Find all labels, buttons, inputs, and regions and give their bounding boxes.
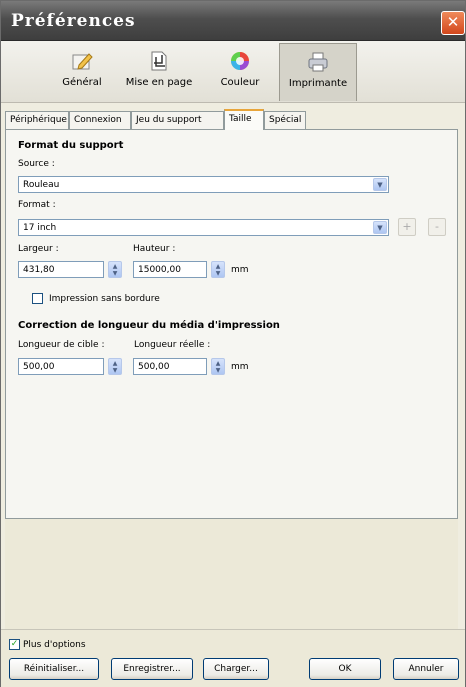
toolbar-item-printer[interactable]: Imprimante: [279, 43, 357, 101]
tab-peripheral[interactable]: Périphérique: [5, 111, 69, 129]
width-spinner[interactable]: ▲ ▼: [108, 261, 122, 278]
preferences-window: Préférences ✕ Général Mise en page Coule…: [0, 0, 466, 687]
tab-media-set[interactable]: Jeu du support: [131, 111, 224, 129]
remove-format-button[interactable]: -: [428, 218, 446, 236]
borderless-checkbox[interactable]: [32, 293, 43, 304]
height-label: Hauteur :: [133, 244, 176, 254]
actual-length-label: Longueur réelle :: [134, 340, 211, 350]
ok-button[interactable]: OK: [309, 658, 381, 680]
reset-button[interactable]: Réinitialiser...: [9, 658, 99, 680]
cancel-button[interactable]: Annuler: [393, 658, 459, 680]
printer-icon: [308, 52, 328, 72]
toolbar-item-page-setup[interactable]: Mise en page: [119, 43, 199, 101]
size-tab-panel: Format du support Source : Rouleau ▼ For…: [5, 129, 458, 519]
size-unit-label: mm: [231, 265, 249, 275]
toolbar-item-general[interactable]: Général: [49, 43, 115, 101]
format-value: 17 inch: [23, 223, 57, 233]
toolbar-item-label: Couleur: [220, 77, 260, 88]
window-title: Préférences: [11, 11, 136, 31]
chevron-down-icon[interactable]: ▼: [373, 221, 387, 234]
close-button[interactable]: ✕: [441, 11, 465, 35]
length-correction-heading: Correction de longueur du média d'impres…: [18, 320, 280, 331]
toolbar-item-label: Mise en page: [125, 77, 193, 88]
support-format-heading: Format du support: [18, 140, 124, 151]
format-label: Format :: [18, 200, 56, 210]
load-button[interactable]: Charger...: [203, 658, 269, 680]
more-options-checkbox[interactable]: ✓: [9, 639, 20, 650]
width-label: Largeur :: [18, 244, 59, 254]
actual-length-spinner[interactable]: ▲ ▼: [211, 358, 225, 375]
add-format-button[interactable]: +: [398, 218, 416, 236]
tab-special[interactable]: Spécial: [264, 111, 306, 129]
height-field[interactable]: 15000,00: [133, 261, 207, 278]
chevron-down-icon[interactable]: ▼: [373, 178, 387, 191]
crop-page-icon: [151, 51, 167, 71]
target-length-label: Longueur de cible :: [18, 340, 105, 350]
tab-size[interactable]: Taille: [224, 109, 264, 130]
source-label: Source :: [18, 159, 55, 169]
actual-length-field[interactable]: 500,00: [133, 358, 207, 375]
length-unit-label: mm: [231, 362, 249, 372]
dialog-footer: ✓ Plus d'options Réinitialiser... Enregi…: [1, 629, 465, 687]
color-wheel-icon: [231, 52, 249, 70]
source-value: Rouleau: [23, 180, 60, 190]
tab-connection[interactable]: Connexion: [69, 111, 131, 129]
format-select[interactable]: 17 inch ▼: [18, 219, 389, 236]
category-toolbar: Général Mise en page Couleur Imprimante: [1, 41, 465, 103]
pencil-icon: [72, 53, 93, 70]
toolbar-item-label: Général: [62, 77, 102, 88]
source-select[interactable]: Rouleau ▼: [18, 176, 389, 193]
width-field[interactable]: 431,80: [18, 261, 104, 278]
target-length-field[interactable]: 500,00: [18, 358, 104, 375]
target-length-spinner[interactable]: ▲ ▼: [108, 358, 122, 375]
empty-panel-area: [5, 519, 458, 629]
borderless-label: Impression sans bordure: [49, 294, 160, 304]
save-button[interactable]: Enregistrer...: [111, 658, 193, 680]
height-spinner[interactable]: ▲ ▼: [211, 261, 225, 278]
toolbar-item-color[interactable]: Couleur: [207, 43, 273, 101]
toolbar-item-label: Imprimante: [288, 78, 348, 89]
title-bar[interactable]: Préférences ✕: [1, 1, 465, 41]
more-options-label: Plus d'options: [23, 640, 86, 650]
